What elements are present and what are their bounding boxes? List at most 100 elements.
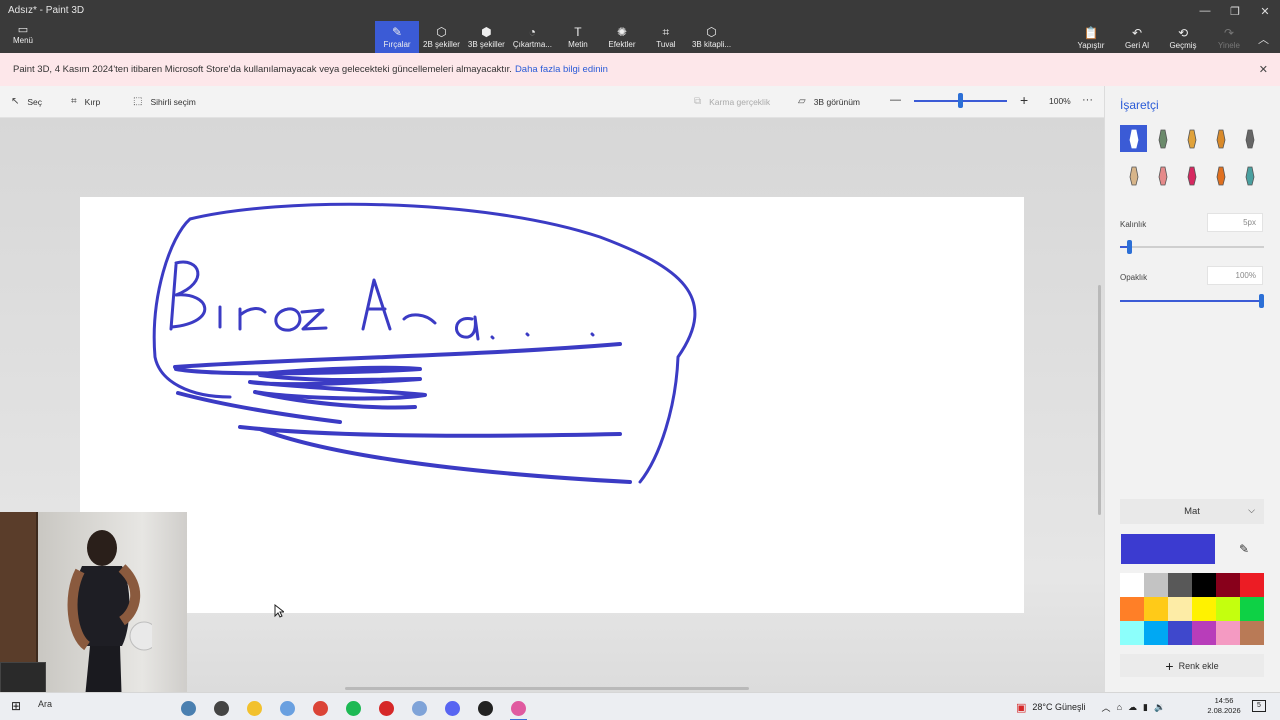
- color-swatch[interactable]: [1216, 597, 1240, 621]
- close-icon[interactable]: ✕: [1250, 0, 1280, 22]
- notification-center-button[interactable]: 5: [1252, 700, 1266, 712]
- color-swatch[interactable]: [1120, 621, 1144, 645]
- horizontal-scrollbar[interactable]: [345, 687, 749, 690]
- pencil-icon[interactable]: [1120, 162, 1147, 189]
- action-undo[interactable]: ↶ Geri Al: [1114, 22, 1160, 54]
- windows-start-icon[interactable]: ⊞: [11, 699, 21, 713]
- action-paste[interactable]: 📋 Yapıştır: [1068, 22, 1114, 54]
- learn-more-link[interactable]: Daha fazla bilgi edinin: [515, 64, 608, 75]
- action-redo[interactable]: ↷ Yinele: [1206, 22, 1252, 54]
- color-swatch[interactable]: [1240, 597, 1264, 621]
- color-swatch[interactable]: [1120, 573, 1144, 597]
- eyedropper-button[interactable]: ✎: [1225, 534, 1263, 564]
- watercolor-icon[interactable]: [1207, 125, 1234, 152]
- clock[interactable]: 14:56 2.08.2026: [1204, 696, 1244, 716]
- color-palette: [1120, 573, 1264, 645]
- zoom-in-button[interactable]: +: [1020, 92, 1028, 108]
- taskbar-apps: [172, 695, 535, 720]
- zoom-slider-thumb[interactable]: [957, 93, 963, 108]
- file-explorer-icon[interactable]: [238, 695, 271, 720]
- oil-brush-icon[interactable]: [1178, 125, 1205, 152]
- onedrive-icon[interactable]: ☁: [1128, 702, 1137, 713]
- marker-brush-icon[interactable]: [1120, 125, 1147, 152]
- notice-text: Paint 3D, 4 Kasım 2024'ten itibaren Micr…: [13, 64, 512, 75]
- pixel-pen-icon[interactable]: [1236, 125, 1263, 152]
- letter-a-lower: [455, 315, 480, 341]
- color-swatch[interactable]: [1144, 621, 1168, 645]
- color-swatch[interactable]: [1168, 597, 1192, 621]
- magic-select-button[interactable]: ⬚ Sihirli seçim: [133, 96, 196, 107]
- color-swatch[interactable]: [1240, 573, 1264, 597]
- paint3d-icon[interactable]: [502, 695, 535, 720]
- fill-bucket-icon[interactable]: [1236, 162, 1263, 189]
- battery-icon[interactable]: ▮: [1143, 702, 1148, 713]
- tool-shapes-3d[interactable]: ⬢ 3B şekiller: [464, 21, 509, 53]
- finish-dropdown[interactable]: Mat ⌵: [1120, 499, 1264, 524]
- tool-brush[interactable]: ✎ Fırçalar: [375, 21, 419, 53]
- thickness-slider[interactable]: [1120, 240, 1264, 254]
- color-swatch[interactable]: [1192, 621, 1216, 645]
- settings-app-icon[interactable]: [403, 695, 436, 720]
- calligraphy-pen-icon[interactable]: [1149, 125, 1176, 152]
- color-swatch[interactable]: [1192, 597, 1216, 621]
- tool-library[interactable]: ⬡ 3B kitapli...: [688, 21, 735, 53]
- action-history[interactable]: ⟲ Geçmiş: [1160, 22, 1206, 54]
- taskbar-search[interactable]: Ara: [38, 699, 52, 709]
- weather-text[interactable]: 28°C Güneşli: [1032, 702, 1085, 712]
- color-swatch[interactable]: [1216, 573, 1240, 597]
- color-swatch[interactable]: [1216, 621, 1240, 645]
- tool-sticker[interactable]: ◔ Çıkartma...: [509, 21, 556, 53]
- restore-icon[interactable]: ❐: [1220, 0, 1250, 22]
- select-button[interactable]: ↖ Seç: [11, 96, 42, 107]
- weather-alert-icon[interactable]: ▣: [1016, 701, 1026, 714]
- vertical-scrollbar[interactable]: [1098, 285, 1101, 515]
- app-red-icon[interactable]: [370, 695, 403, 720]
- color-swatch[interactable]: [1240, 621, 1264, 645]
- thickness-slider-thumb[interactable]: [1127, 240, 1133, 254]
- collapse-ribbon-icon[interactable]: ︿: [1258, 31, 1269, 47]
- crayon-icon[interactable]: [1178, 162, 1205, 189]
- more-options-button[interactable]: ···: [1082, 94, 1093, 106]
- letter-o: [274, 307, 302, 332]
- add-color-button[interactable]: + Renk ekle: [1120, 654, 1264, 677]
- letter-z: [300, 308, 328, 331]
- effects-icon: ✺: [616, 24, 627, 39]
- color-swatch[interactable]: [1144, 573, 1168, 597]
- snipping-tool-icon[interactable]: [271, 695, 304, 720]
- color-swatch[interactable]: [1144, 597, 1168, 621]
- color-swatch[interactable]: [1168, 621, 1192, 645]
- tray-overflow-icon[interactable]: ︿: [1102, 701, 1111, 714]
- obs-icon[interactable]: [469, 695, 502, 720]
- color-swatch[interactable]: [1168, 573, 1192, 597]
- crop-button[interactable]: ⌗ Kırp: [71, 96, 100, 107]
- spray-can-icon[interactable]: [1207, 162, 1234, 189]
- volume-icon[interactable]: 🔉: [1154, 702, 1165, 713]
- weather-widget-icon[interactable]: [172, 695, 205, 720]
- eraser-icon[interactable]: [1149, 162, 1176, 189]
- menu-button[interactable]: ▭ Menü: [6, 24, 40, 50]
- mixed-reality-button[interactable]: ⧉ Karma gerçeklik: [694, 96, 770, 107]
- minimize-icon[interactable]: —: [1190, 0, 1220, 22]
- opacity-slider[interactable]: [1120, 294, 1264, 308]
- network-icon[interactable]: ⌂: [1117, 702, 1122, 712]
- opacity-input[interactable]: 100%: [1207, 266, 1263, 285]
- color-swatch[interactable]: [1120, 597, 1144, 621]
- current-color-swatch[interactable]: [1121, 534, 1215, 564]
- thickness-input[interactable]: 5px: [1207, 213, 1263, 232]
- zoom-out-button[interactable]: —: [890, 94, 901, 106]
- view-3d-toggle[interactable]: ▱ 3B görünüm: [798, 96, 860, 107]
- chrome-icon[interactable]: [304, 695, 337, 720]
- color-swatch[interactable]: [1192, 573, 1216, 597]
- paste-icon: 📋: [1083, 25, 1099, 40]
- task-view-icon[interactable]: [205, 695, 238, 720]
- tool-shapes-2d[interactable]: ⬡ 2B şekiller: [419, 21, 464, 53]
- close-icon[interactable]: ✕: [1259, 63, 1268, 76]
- tool-text[interactable]: T Metin: [556, 21, 600, 53]
- tool-effects[interactable]: ✺ Efektler: [600, 21, 644, 53]
- tool-canvas[interactable]: ⌗ Tuval: [644, 21, 688, 53]
- discord-icon[interactable]: [436, 695, 469, 720]
- opacity-slider-thumb[interactable]: [1259, 294, 1264, 308]
- spotify-icon[interactable]: [337, 695, 370, 720]
- drawing-canvas[interactable]: [80, 197, 1024, 613]
- scribble-fill: [173, 342, 632, 484]
